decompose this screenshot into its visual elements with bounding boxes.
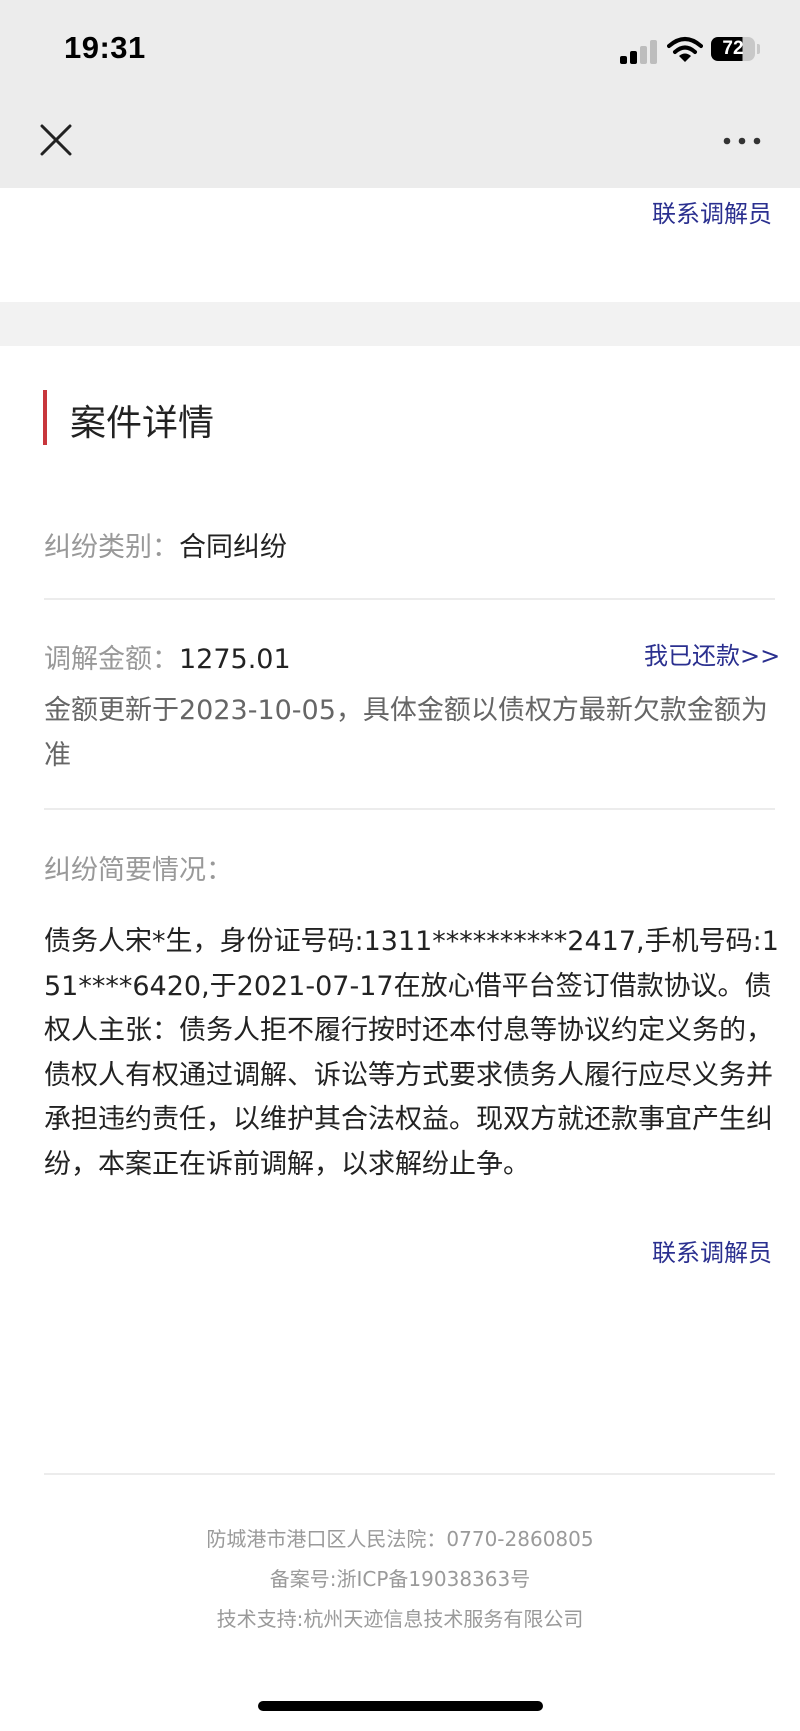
divider xyxy=(44,808,775,810)
dispute-type-value: 合同纠纷 xyxy=(179,532,287,563)
wifi-icon xyxy=(667,37,703,62)
footer-court-phone: 防城港市港口区人民法院：0770-2860805 xyxy=(206,1527,594,1551)
footer-divider xyxy=(44,1473,775,1475)
dispute-type-label: 纠纷类别： xyxy=(44,532,179,563)
dispute-summary-text: 债务人宋*生，身份证号码:1311**********2417,手机号码:151… xyxy=(44,926,779,1180)
battery-icon: 72 xyxy=(711,37,755,61)
amount-value: 1275.01 xyxy=(179,644,291,675)
status-time: 19:31 xyxy=(64,30,146,65)
amount-update-note: 金额更新于2023-10-05，具体金额以债权方最新欠款金额为准 xyxy=(44,695,768,771)
nav-bar xyxy=(0,100,800,188)
amount-row: 调解金额：1275.01 xyxy=(44,637,291,676)
battery-level: 72 xyxy=(722,38,744,59)
battery-cap xyxy=(757,44,760,54)
summary-label: 纠纷简要情况： xyxy=(44,855,233,886)
footer-tech-support: 技术支持:杭州天迹信息技术服务有限公司 xyxy=(216,1607,584,1631)
status-bar: 19:31 72 xyxy=(0,0,800,100)
summary-label-row: 纠纷简要情况： xyxy=(44,848,233,887)
cellular-signal-icon xyxy=(620,40,657,64)
contact-mediator-link[interactable]: 联系调解员 xyxy=(652,1233,772,1268)
divider xyxy=(44,598,775,600)
close-icon[interactable] xyxy=(36,120,76,160)
contact-mediator-link-top[interactable]: 联系调解员 xyxy=(652,194,772,229)
section-title-marker xyxy=(43,390,47,445)
home-indicator xyxy=(258,1701,543,1711)
section-title: 案件详情 xyxy=(70,403,215,444)
more-icon[interactable] xyxy=(720,126,764,156)
amount-label: 调解金额： xyxy=(44,644,179,675)
repaid-link[interactable]: 我已还款>> xyxy=(644,636,780,671)
footer-icp: 备案号:浙ICP备19038363号 xyxy=(269,1567,531,1591)
dispute-type-row: 纠纷类别：合同纠纷 xyxy=(44,525,287,564)
section-separator xyxy=(0,302,800,346)
